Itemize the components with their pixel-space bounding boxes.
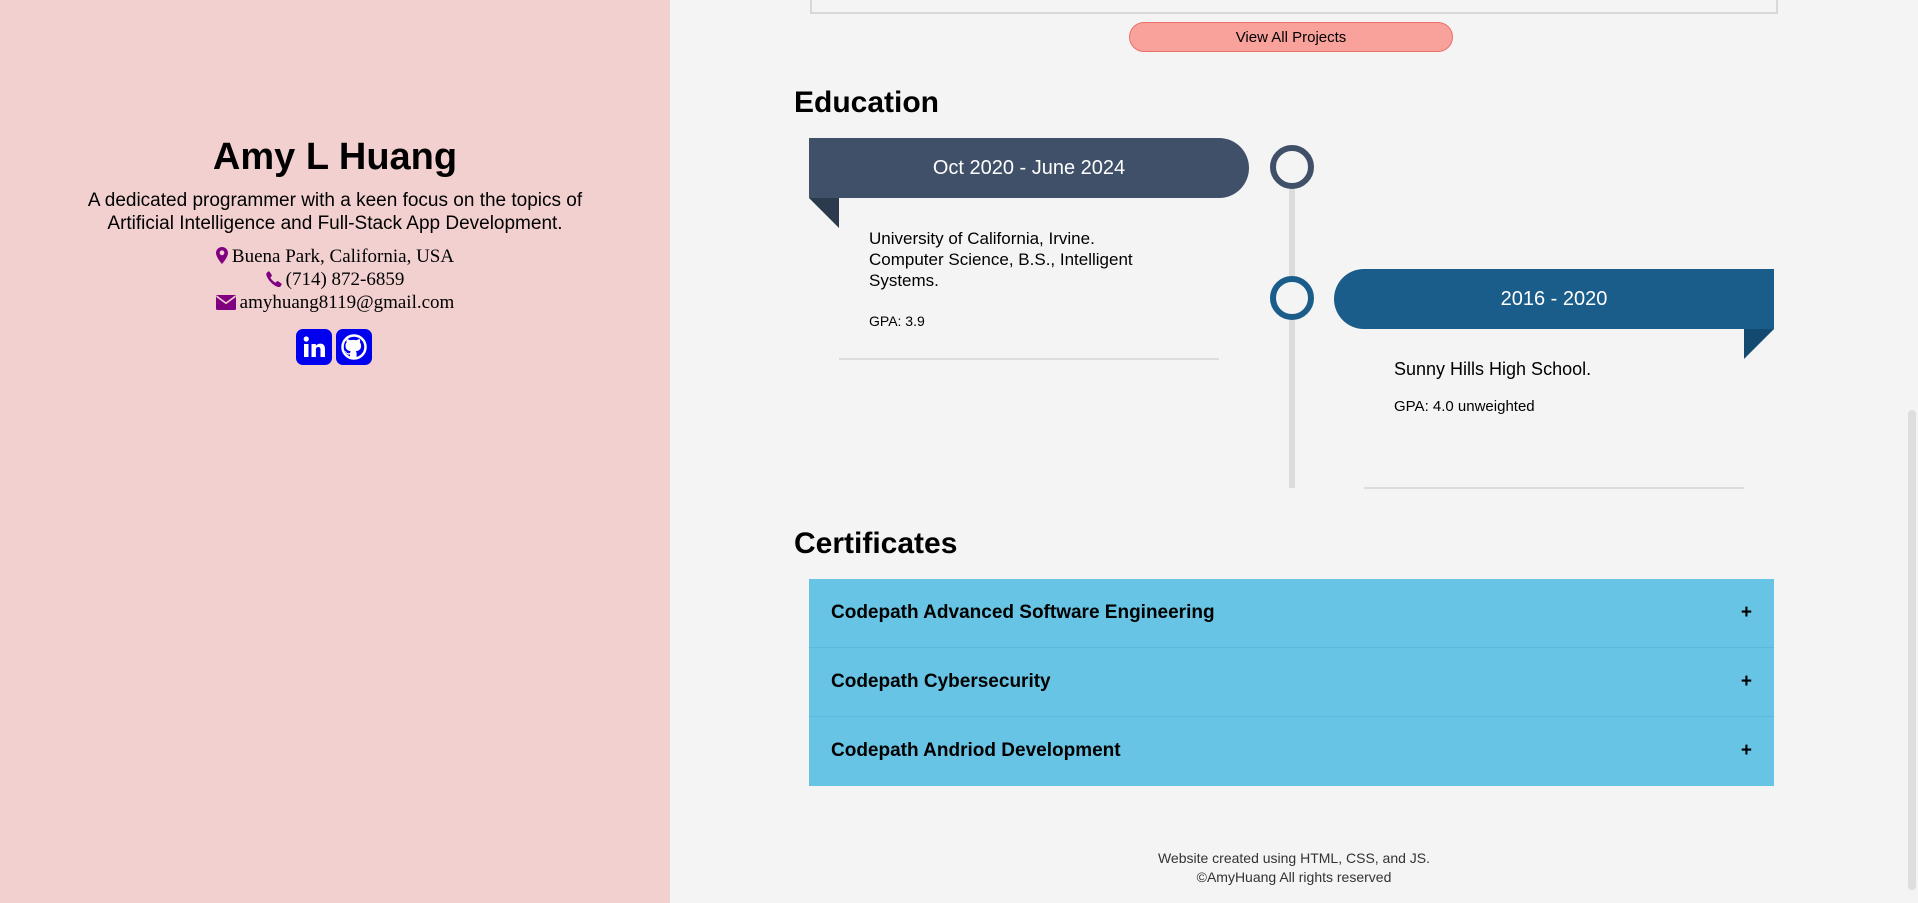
- certificates-heading: Certificates: [794, 527, 958, 560]
- timeline-date-text: 2016 - 2020: [1500, 287, 1608, 310]
- accordion-title: Codepath Andriod Development: [831, 740, 1121, 761]
- ribbon-fold: [809, 198, 839, 228]
- location-text: Buena Park, California, USA: [231, 246, 455, 267]
- location-row: Buena Park, California, USA: [0, 246, 670, 268]
- footer: Website created using HTML, CSS, and JS.…: [670, 849, 1918, 887]
- timeline-node: [1270, 145, 1314, 189]
- phone-row: (714) 872-6859: [0, 269, 670, 291]
- phone-icon: [265, 271, 282, 288]
- accordion-title: Codepath Advanced Software Engineering: [831, 602, 1215, 623]
- linkedin-icon: [303, 336, 325, 357]
- github-icon: [341, 334, 367, 360]
- github-link[interactable]: [336, 329, 372, 365]
- education-heading: Education: [794, 86, 940, 119]
- timeline-entry-body: University of California, Irvine. Comput…: [869, 228, 1169, 329]
- gpa-text: GPA: 4.0 unweighted: [1394, 398, 1535, 415]
- timeline-date-header: 2016 - 2020: [1334, 269, 1774, 329]
- timeline-entry-body: Sunny Hills High School. GPA: 4.0 unweig…: [1394, 358, 1714, 415]
- email-text: amyhuang8119@gmail.com: [239, 292, 455, 313]
- timeline-node: [1270, 276, 1314, 320]
- accordion-item[interactable]: Codepath Andriod Development +: [809, 717, 1774, 785]
- profile-tagline: A dedicated programmer with a keen focus…: [87, 190, 583, 234]
- timeline-date-header: Oct 2020 - June 2024: [809, 138, 1249, 198]
- accordion-item[interactable]: Codepath Advanced Software Engineering +: [809, 579, 1774, 648]
- accordion-item[interactable]: Codepath Cybersecurity +: [809, 648, 1774, 717]
- school-name: Sunny Hills High School.: [1394, 359, 1592, 379]
- profile-sidebar: Amy L Huang A dedicated programmer with …: [0, 0, 670, 903]
- map-marker-icon: [215, 247, 228, 264]
- projects-card-bottom: [810, 0, 1778, 14]
- timeline-date-text: Oct 2020 - June 2024: [932, 156, 1126, 179]
- accordion-title: Codepath Cybersecurity: [831, 671, 1051, 692]
- linkedin-link[interactable]: [296, 329, 332, 365]
- footer-copyright: ©AmyHuang All rights reserved: [1196, 869, 1392, 885]
- main-content: View All Projects Education Oct 2020 - J…: [670, 0, 1918, 903]
- profile-name: Amy L Huang: [212, 136, 458, 178]
- gpa-text: GPA: 3.9: [869, 313, 925, 329]
- expand-icon[interactable]: +: [1741, 740, 1752, 762]
- page-scrollbar[interactable]: [1906, 0, 1918, 903]
- view-all-projects-button[interactable]: View All Projects: [1129, 22, 1453, 52]
- footer-credit: Website created using HTML, CSS, and JS.: [1157, 850, 1431, 866]
- envelope-icon: [215, 295, 236, 310]
- email-row: amyhuang8119@gmail.com: [0, 292, 670, 314]
- ribbon-fold: [1744, 329, 1774, 359]
- phone-text: (714) 872-6859: [285, 269, 405, 290]
- expand-icon[interactable]: +: [1741, 602, 1752, 624]
- school-name: University of California, Irvine. Comput…: [869, 229, 1133, 290]
- expand-icon[interactable]: +: [1741, 671, 1752, 693]
- scrollbar-thumb[interactable]: [1908, 410, 1916, 890]
- timeline-divider: [839, 358, 1219, 360]
- certificates-accordion: Codepath Advanced Software Engineering +…: [809, 579, 1774, 786]
- timeline-divider: [1364, 487, 1744, 489]
- social-links: [296, 329, 372, 365]
